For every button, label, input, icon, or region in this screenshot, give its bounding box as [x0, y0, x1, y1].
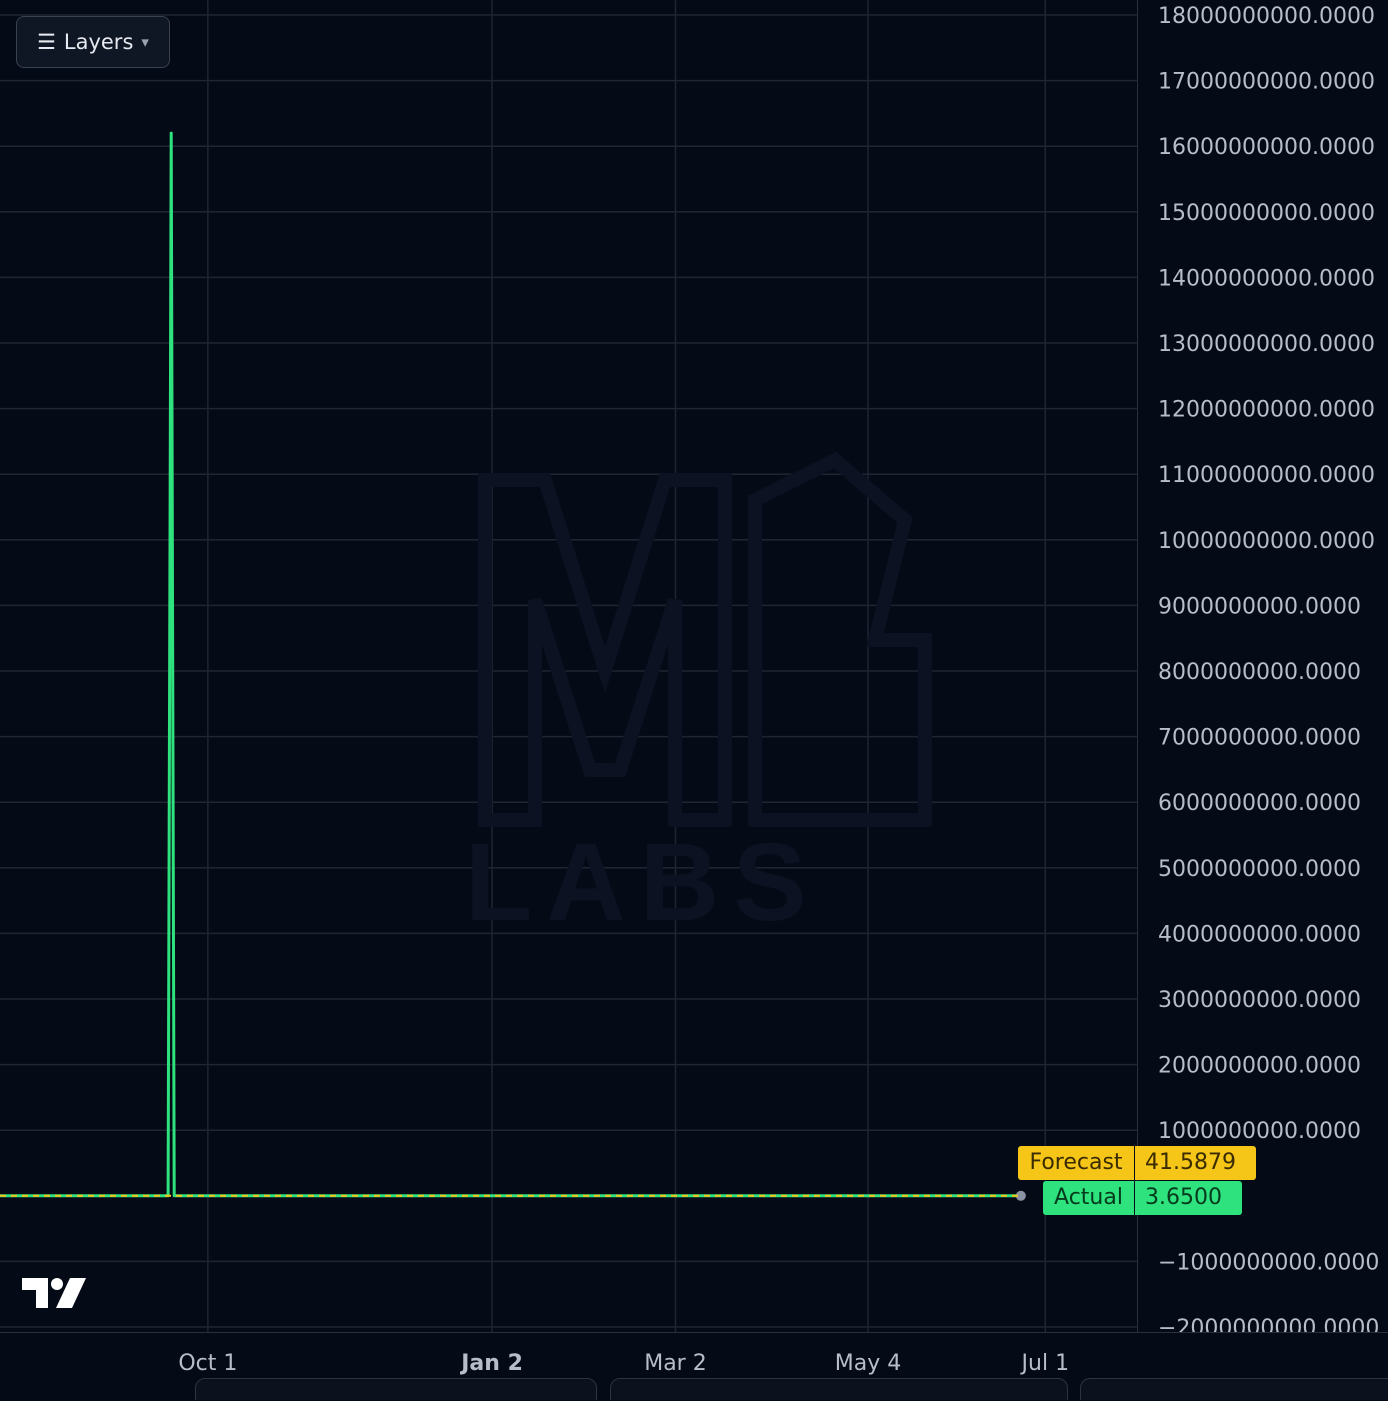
x-tick-label: Jul 1 [1020, 1351, 1070, 1376]
y-tick-label: 17000000000.0000 [1158, 70, 1375, 95]
y-tick-label: 15000000000.0000 [1158, 201, 1375, 226]
y-tick-label: 12000000000.0000 [1158, 398, 1375, 423]
chart-plot-area[interactable]: LABS ☰ Layers ▾ Forecast Actual [0, 0, 1137, 1332]
bottom-toolbar-chip[interactable] [610, 1378, 1068, 1400]
x-tick-label: Jan 2 [459, 1351, 523, 1376]
bottom-toolbar-chip[interactable] [195, 1378, 597, 1400]
y-tick-label: 11000000000.0000 [1158, 463, 1375, 488]
bottom-toolbar-chip[interactable] [1080, 1378, 1388, 1400]
y-tick-label: 8000000000.0000 [1158, 660, 1361, 685]
y-tick-label: 4000000000.0000 [1158, 922, 1361, 947]
y-tick-label: 9000000000.0000 [1158, 594, 1361, 619]
forecast-series-label: Forecast [1018, 1146, 1134, 1180]
actual-value-badge: 3.6500 [1135, 1181, 1242, 1215]
x-tick-label: May 4 [835, 1351, 901, 1376]
forecast-value-badge: 41.5879 [1135, 1146, 1256, 1180]
price-axis-svg: 18000000000.0000 17000000000.0000 16000000… [1158, 4, 1379, 1332]
bottom-toolbar [0, 1378, 1388, 1400]
layers-button[interactable]: ☰ Layers ▾ [16, 16, 170, 68]
y-tick-label: 18000000000.0000 [1158, 4, 1375, 29]
watermark-logo: LABS [465, 451, 932, 940]
y-tick-label: 3000000000.0000 [1158, 988, 1361, 1013]
price-axis[interactable]: 18000000000.0000 17000000000.0000 16000000… [1137, 0, 1388, 1332]
y-tick-label: 16000000000.0000 [1158, 135, 1375, 160]
y-tick-label: 2000000000.0000 [1158, 1054, 1361, 1079]
y-tick-label: 10000000000.0000 [1158, 529, 1375, 554]
tradingview-logo-icon[interactable] [20, 1272, 88, 1314]
x-tick-label: Mar 2 [644, 1351, 707, 1376]
x-tick-label: Oct 1 [178, 1351, 237, 1376]
watermark-text: LABS [465, 821, 820, 940]
y-tick-label: 5000000000.0000 [1158, 857, 1361, 882]
y-tick-label: 6000000000.0000 [1158, 791, 1361, 816]
y-tick-label: 14000000000.0000 [1158, 266, 1375, 291]
y-tick-label: −2000000000.0000 [1158, 1316, 1379, 1332]
menu-icon: ☰ [37, 30, 56, 54]
y-tick-label: −1000000000.0000 [1158, 1250, 1379, 1275]
layers-label: Layers [63, 30, 134, 54]
chevron-down-icon: ▾ [141, 33, 149, 51]
actual-series-label: Actual [1043, 1181, 1134, 1215]
y-tick-label: 13000000000.0000 [1158, 332, 1375, 357]
y-tick-label: 1000000000.0000 [1158, 1119, 1361, 1144]
y-tick-label: 7000000000.0000 [1158, 726, 1361, 751]
